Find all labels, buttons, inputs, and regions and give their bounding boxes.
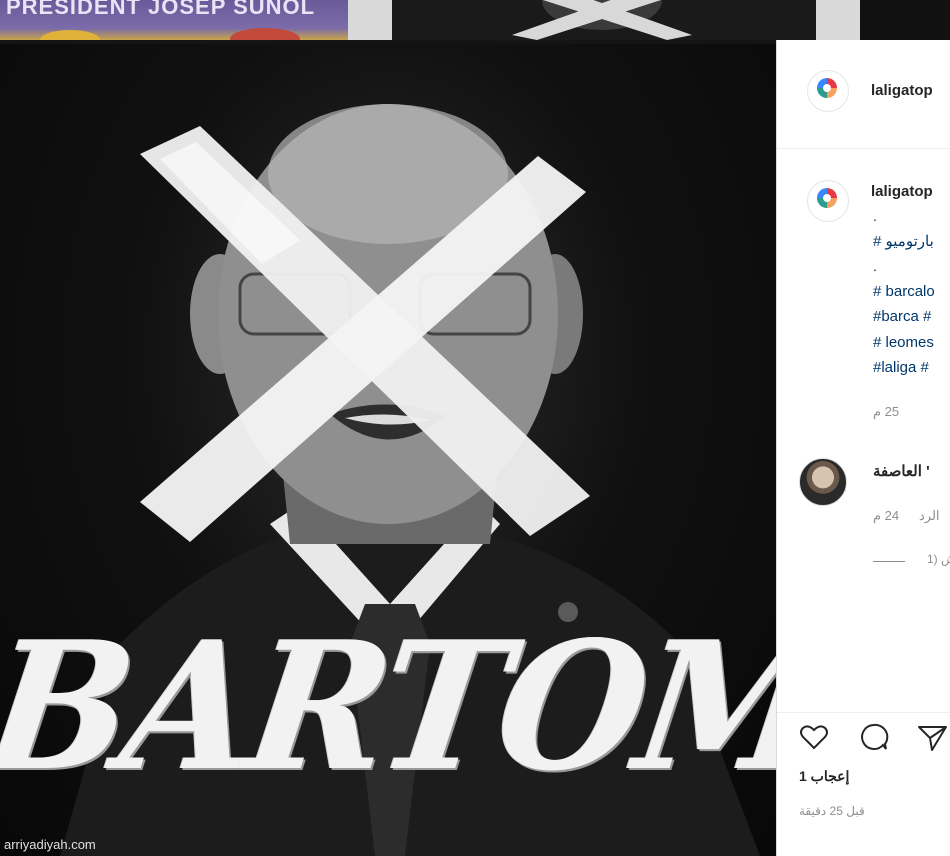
related-posts-strip: PRESIDENT JOSEP SUNOL bbox=[0, 0, 950, 40]
caption-username[interactable]: laligatop bbox=[871, 183, 933, 200]
caption-separator: . bbox=[873, 258, 877, 274]
post-time-ago: قبل 25 دقيقة bbox=[799, 804, 865, 818]
profile-avatar[interactable] bbox=[807, 70, 849, 112]
caption-timestamp: 25 م bbox=[873, 404, 900, 419]
caption-hashtag[interactable]: #laliga # bbox=[873, 359, 929, 376]
related-post-thumbnail[interactable] bbox=[860, 0, 950, 40]
comment-timestamp: 24 م bbox=[873, 508, 900, 523]
bartomeu-out-text: BARTOMEU OUT bbox=[0, 602, 776, 810]
comment-author[interactable]: ' العاصفة bbox=[873, 462, 930, 480]
thumbnail-graphic bbox=[512, 0, 692, 40]
thumbnail-caption: PRESIDENT JOSEP SUNOL bbox=[6, 0, 316, 19]
post-details-panel: laligatop laligatop . # بارتوميو . # bar… bbox=[776, 40, 950, 856]
post-username[interactable]: laligatop bbox=[871, 82, 933, 99]
likes-count[interactable]: إعجاب 1 bbox=[799, 768, 849, 785]
divider bbox=[777, 712, 950, 713]
related-post-thumbnail[interactable] bbox=[392, 0, 816, 40]
commenter-avatar[interactable] bbox=[799, 458, 847, 506]
share-icon[interactable] bbox=[915, 720, 949, 754]
heart-icon[interactable] bbox=[797, 720, 831, 754]
post-image[interactable]: BARTOMEU OUT arriyadiyah.com bbox=[0, 44, 776, 856]
caption-hashtag[interactable]: # بارتوميو bbox=[873, 232, 934, 250]
replies-divider bbox=[873, 561, 905, 562]
source-watermark: arriyadiyah.com bbox=[4, 837, 96, 852]
thumbnail-graphic bbox=[40, 30, 100, 40]
comment-icon[interactable] bbox=[857, 720, 891, 754]
caption-hashtag[interactable]: # barcalo bbox=[873, 283, 935, 300]
laliga-logo-icon bbox=[817, 78, 837, 98]
caption-separator: . bbox=[873, 208, 877, 224]
caption-hashtag[interactable]: # leomes bbox=[873, 334, 934, 351]
view-replies-button[interactable]: 1) ش bbox=[927, 552, 950, 566]
laliga-logo-icon bbox=[817, 188, 837, 208]
divider bbox=[777, 148, 950, 149]
caption-avatar[interactable] bbox=[807, 180, 849, 222]
thumbnail-graphic bbox=[230, 28, 300, 40]
reply-button[interactable]: الرد bbox=[919, 508, 940, 524]
related-post-thumbnail[interactable]: PRESIDENT JOSEP SUNOL bbox=[0, 0, 348, 40]
caption-hashtag[interactable]: #barca # bbox=[873, 308, 931, 325]
